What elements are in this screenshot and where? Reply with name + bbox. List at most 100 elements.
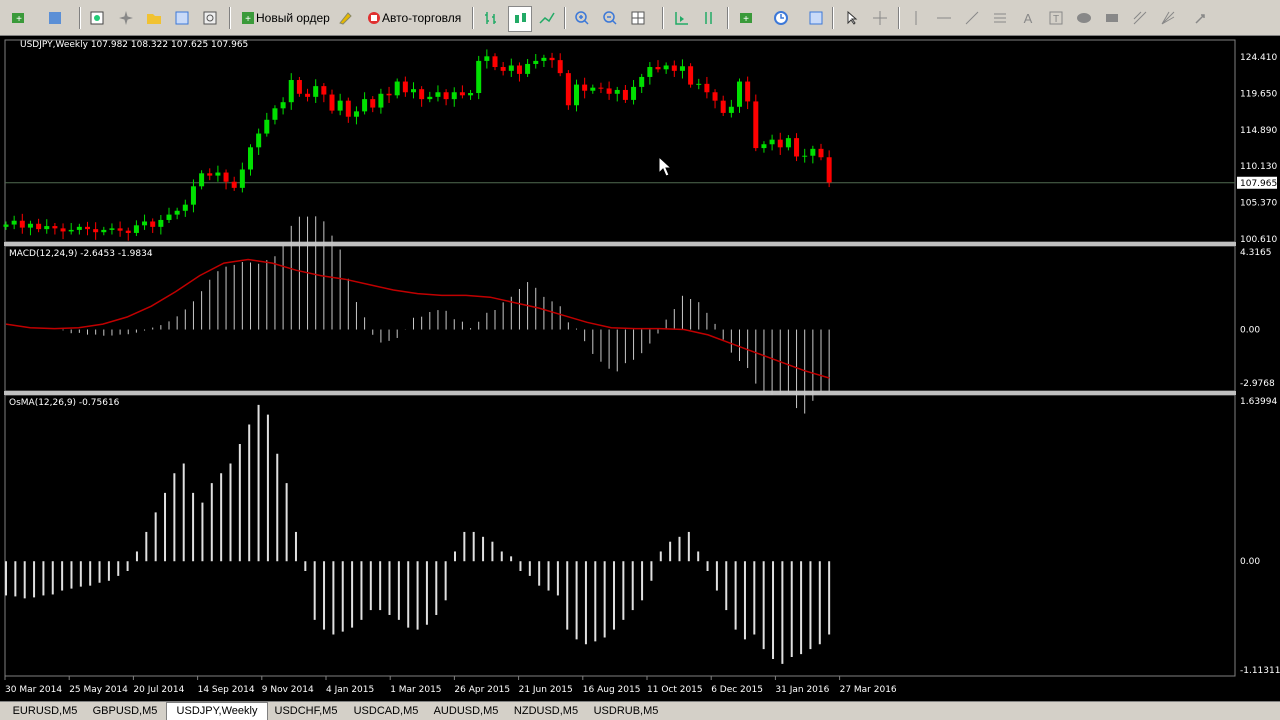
candle-body — [728, 106, 734, 113]
new-order-label: Новый ордер — [256, 11, 330, 25]
text-tool-icon[interactable]: A — [1017, 6, 1039, 30]
indicators-icon[interactable]: + — [735, 6, 757, 30]
zoom-out-icon[interactable] — [599, 6, 621, 30]
auto-trading-button[interactable]: Авто-торговля — [362, 6, 465, 30]
profiles-icon[interactable] — [44, 6, 66, 30]
candle-body — [671, 65, 677, 71]
time-axis-label: 20 Jul 2014 — [133, 685, 184, 695]
arrows-icon[interactable] — [1190, 6, 1212, 30]
candle-body — [231, 181, 237, 188]
folder-icon[interactable] — [143, 6, 165, 30]
time-axis-label: 14 Sep 2014 — [198, 685, 255, 695]
candle-body — [288, 80, 294, 103]
candle-body — [810, 148, 816, 156]
candle-body — [248, 147, 253, 170]
trendline-icon[interactable] — [961, 6, 983, 30]
time-axis-label: 27 Mar 2016 — [840, 685, 897, 695]
candle-body — [508, 65, 514, 71]
pane-separator — [4, 391, 1236, 395]
candle-body — [419, 89, 425, 100]
candle-body — [761, 144, 767, 149]
time-axis-label: 16 Aug 2015 — [583, 685, 641, 695]
macd-label: MACD(12,24,9) -2.6453 -1.9834 — [9, 249, 153, 259]
candle-body — [541, 57, 547, 61]
new-order-button[interactable]: + Новый ордер — [236, 6, 334, 30]
fibonacci-icon[interactable] — [989, 6, 1011, 30]
time-axis-label: 1 Mar 2015 — [390, 685, 441, 695]
crosshair-icon[interactable] — [869, 6, 891, 30]
macd-axis-label: 4.3165 — [1240, 248, 1272, 258]
navigator-icon[interactable] — [115, 6, 137, 30]
candle-body — [696, 83, 702, 85]
chart-tab-usdcad-m5[interactable]: USDCAD,M5 — [346, 703, 426, 720]
auto-trading-icon — [368, 12, 380, 24]
candle-body — [215, 172, 221, 176]
candle-body — [476, 60, 482, 94]
chart-tab-usdchf-m5[interactable]: USDCHF,M5 — [266, 703, 346, 720]
time-axis-label: 11 Oct 2015 — [647, 685, 703, 695]
candle-body — [296, 80, 302, 94]
candle-body — [11, 220, 17, 225]
candle-body — [745, 81, 751, 102]
tester-icon[interactable] — [199, 6, 221, 30]
candle-body — [663, 65, 669, 70]
candle-body — [321, 86, 327, 95]
rectangle-icon[interactable] — [1101, 6, 1123, 30]
svg-text:+: + — [16, 14, 22, 25]
terminal-icon[interactable] — [171, 6, 193, 30]
chart-canvas[interactable]: 124.410 119.650 114.890 110.130 105.370 100.6… — [0, 36, 1280, 701]
candle-body — [280, 102, 286, 109]
chart-window[interactable]: 124.410 119.650 114.890 110.130 105.370 100.6… — [0, 36, 1280, 701]
candlestick-chart-icon[interactable] — [508, 6, 532, 32]
candle-body — [582, 84, 588, 91]
new-chart-icon[interactable]: + — [8, 6, 30, 30]
candle-body — [468, 93, 474, 96]
candle-body — [533, 60, 539, 64]
candle-body — [174, 210, 180, 215]
candle-body — [427, 96, 433, 100]
market-watch-icon[interactable] — [86, 6, 108, 30]
chart-tab-eurusd-m5[interactable]: EURUSD,M5 — [5, 703, 85, 720]
candle-body — [794, 138, 800, 157]
time-axis-label: 30 Mar 2014 — [5, 685, 62, 695]
chart-tab-usdjpy-weekly[interactable]: USDJPY,Weekly — [166, 702, 268, 720]
price-axis-label: 105.370 — [1240, 199, 1277, 209]
metaeditor-icon[interactable] — [334, 6, 356, 30]
channel-icon[interactable] — [1129, 6, 1151, 30]
tile-windows-icon[interactable] — [627, 6, 649, 30]
cursor-tool-icon[interactable] — [840, 6, 862, 30]
chart-tab-gbpusd-m5[interactable]: GBPUSD,M5 — [85, 703, 165, 720]
templates-icon[interactable] — [805, 6, 827, 30]
candle-body — [688, 66, 694, 85]
candle-body — [19, 220, 25, 228]
svg-text:T: T — [1053, 14, 1059, 25]
candle-body — [492, 56, 498, 68]
time-axis-label: 4 Jan 2015 — [326, 685, 374, 695]
text-label-icon[interactable]: T — [1045, 6, 1067, 30]
line-chart-icon[interactable] — [536, 6, 558, 30]
periods-icon[interactable] — [770, 6, 792, 30]
ellipse-icon[interactable] — [1073, 6, 1095, 30]
candle-body — [598, 87, 604, 89]
chart-tab-audusd-m5[interactable]: AUDUSD,M5 — [426, 703, 506, 720]
zoom-in-icon[interactable] — [571, 6, 593, 30]
time-axis-label: 26 Apr 2015 — [454, 685, 510, 695]
macd-axis-label: 0.00 — [1240, 326, 1260, 336]
candle-body — [125, 230, 131, 233]
auto-scroll-icon[interactable] — [670, 6, 692, 30]
candle-body — [614, 89, 620, 94]
current-price-label: 107.965 — [1240, 179, 1277, 189]
bar-chart-icon[interactable] — [480, 6, 502, 30]
horizontal-line-icon[interactable] — [933, 6, 955, 30]
gann-icon[interactable] — [1157, 6, 1179, 30]
vertical-line-icon[interactable] — [905, 6, 927, 30]
candle-body — [622, 89, 628, 100]
chart-tab-nzdusd-m5[interactable]: NZDUSD,M5 — [506, 703, 586, 720]
chart-tab-usdrub-m5[interactable]: USDRUB,M5 — [586, 703, 666, 720]
chart-shift-icon[interactable] — [698, 6, 720, 30]
candle-body — [753, 101, 759, 149]
candle-body — [435, 92, 441, 97]
candle-body — [785, 138, 791, 148]
candle-body — [182, 204, 188, 211]
mouse-cursor-icon — [658, 156, 672, 177]
